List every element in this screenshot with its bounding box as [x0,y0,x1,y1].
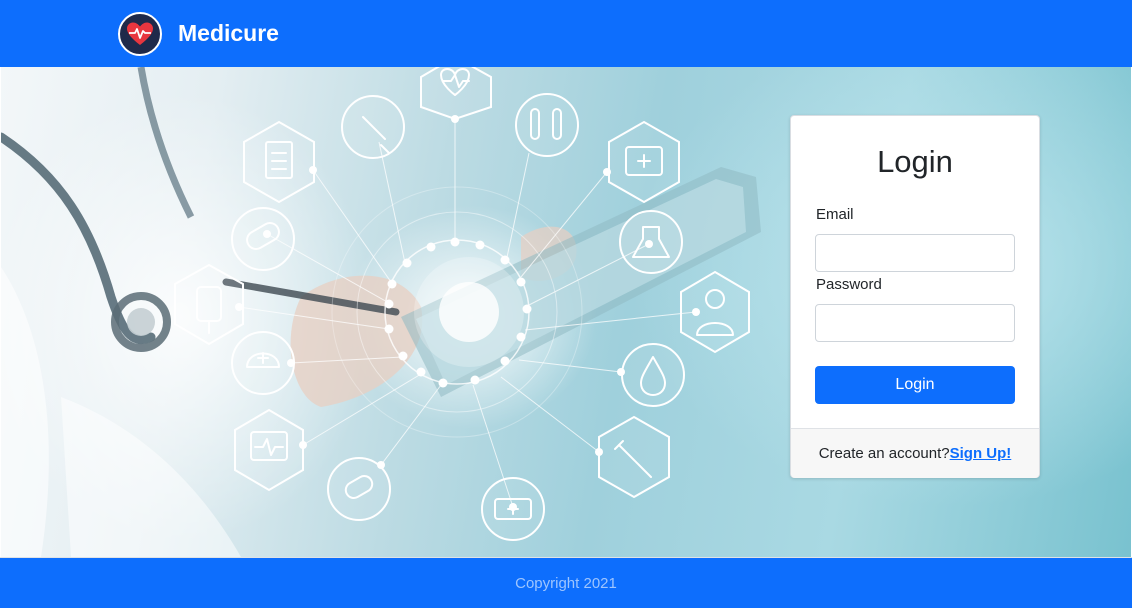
password-field[interactable] [815,304,1015,342]
login-button[interactable]: Login [815,366,1015,404]
test-tubes-icon [515,93,579,157]
email-label: Email [816,206,854,223]
card-footer: Create an account? Sign Up! [791,428,1039,478]
page-footer: Copyright 2021 [0,557,1132,608]
pills-icon [231,207,295,271]
doctor-icon [680,270,750,354]
password-label: Password [816,276,882,293]
login-card: Login Email Password Login Create an acc… [790,115,1040,478]
email-field[interactable] [815,234,1015,272]
sign-up-link[interactable]: Sign Up! [950,445,1012,462]
brand-name: Medicure [178,20,279,46]
top-navbar: Medicure [0,0,1132,67]
copyright-text: Copyright 2021 [515,574,617,592]
stethoscope-graphic [1,132,156,344]
capsule-icon [327,457,391,521]
injection-icon [598,415,670,499]
create-account-text: Create an account? [818,445,950,462]
flask-icon [619,210,683,274]
blood-drop-icon [621,343,685,407]
brand-link[interactable]: Medicure [118,11,279,56]
heart-pulse-icon [118,11,162,56]
login-title: Login [877,144,953,179]
